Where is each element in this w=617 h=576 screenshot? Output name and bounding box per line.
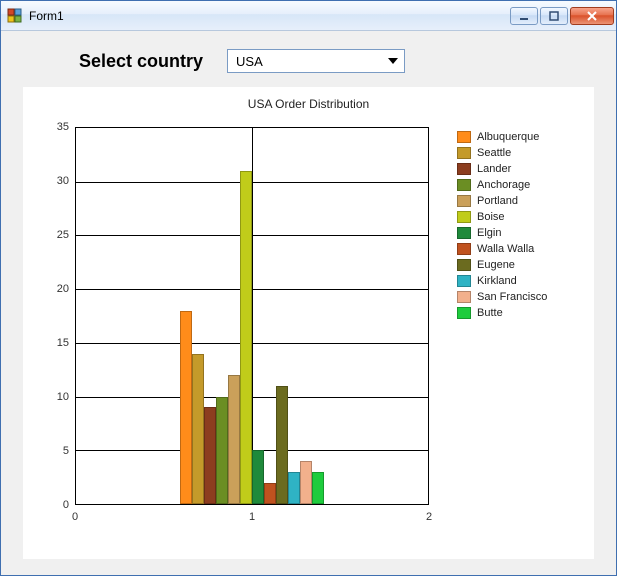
legend-label: Butte xyxy=(477,307,503,319)
legend-label: Albuquerque xyxy=(477,131,539,143)
legend-item: Albuquerque xyxy=(457,129,547,145)
legend-item: Anchorage xyxy=(457,177,547,193)
legend-swatch xyxy=(457,179,471,191)
legend-label: Eugene xyxy=(477,259,515,271)
legend-item: Seattle xyxy=(457,145,547,161)
legend-item: Boise xyxy=(457,209,547,225)
bar-butte xyxy=(312,472,324,504)
legend-label: San Francisco xyxy=(477,291,547,303)
y-tick-label: 35 xyxy=(57,121,69,133)
legend-item: Butte xyxy=(457,305,547,321)
y-tick-label: 0 xyxy=(63,499,69,511)
select-country-label: Select country xyxy=(79,51,203,72)
window-title: Form1 xyxy=(29,9,64,23)
legend-label: Lander xyxy=(477,163,511,175)
titlebar[interactable]: Form1 xyxy=(1,1,616,31)
legend-swatch xyxy=(457,259,471,271)
y-tick-label: 15 xyxy=(57,337,69,349)
y-tick-label: 20 xyxy=(57,283,69,295)
chart-title: USA Order Distribution xyxy=(23,97,594,111)
y-tick-label: 10 xyxy=(57,391,69,403)
legend-label: Kirkland xyxy=(477,275,517,287)
legend-label: Portland xyxy=(477,195,518,207)
legend-swatch xyxy=(457,163,471,175)
legend-label: Walla Walla xyxy=(477,243,534,255)
legend-swatch xyxy=(457,195,471,207)
app-icon xyxy=(7,8,23,24)
bar-elgin xyxy=(252,450,264,504)
legend-item: Portland xyxy=(457,193,547,209)
legend-swatch xyxy=(457,291,471,303)
y-tick-label: 5 xyxy=(63,445,69,457)
bar-lander xyxy=(204,407,216,504)
y-tick-label: 30 xyxy=(57,175,69,187)
chevron-down-icon xyxy=(388,58,398,64)
y-tick-label: 25 xyxy=(57,229,69,241)
legend-item: Eugene xyxy=(457,257,547,273)
window-frame: Form1 Select country USA USA Order Distr… xyxy=(0,0,617,576)
x-tick-label: 1 xyxy=(249,511,255,523)
bar-kirkland xyxy=(288,472,300,504)
chart-panel: USA Order Distribution 0 5 10 15 20 25 30 35 0 1… xyxy=(23,87,594,559)
maximize-button[interactable] xyxy=(540,7,568,25)
bar-eugene xyxy=(276,386,288,504)
close-button[interactable] xyxy=(570,7,614,25)
bar-seattle xyxy=(192,354,204,504)
legend-item: San Francisco xyxy=(457,289,547,305)
legend-swatch xyxy=(457,147,471,159)
legend-swatch xyxy=(457,227,471,239)
bar-anchorage xyxy=(216,397,228,504)
legend-swatch xyxy=(457,275,471,287)
client-area: Select country USA USA Order Distributio… xyxy=(1,31,616,575)
legend-item: Lander xyxy=(457,161,547,177)
legend: Albuquerque Seattle Lander Anchorage Portlan… xyxy=(457,127,547,529)
country-combobox-value: USA xyxy=(236,54,263,69)
legend-swatch xyxy=(457,307,471,319)
legend-label: Boise xyxy=(477,211,505,223)
country-combobox[interactable]: USA xyxy=(227,49,405,73)
x-tick-label: 0 xyxy=(72,511,78,523)
legend-label: Seattle xyxy=(477,147,511,159)
legend-swatch xyxy=(457,131,471,143)
minimize-button[interactable] xyxy=(510,7,538,25)
legend-item: Elgin xyxy=(457,225,547,241)
legend-swatch xyxy=(457,211,471,223)
bar-portland xyxy=(228,375,240,504)
legend-item: Walla Walla xyxy=(457,241,547,257)
bar-san-francisco xyxy=(300,461,312,504)
legend-item: Kirkland xyxy=(457,273,547,289)
bar-walla-walla xyxy=(264,483,276,504)
bar-boise xyxy=(240,171,252,504)
x-tick-label: 2 xyxy=(426,511,432,523)
plot-area: 05101520253035 012 xyxy=(43,127,429,529)
legend-label: Anchorage xyxy=(477,179,530,191)
legend-label: Elgin xyxy=(477,227,501,239)
bar-albuquerque xyxy=(180,311,192,504)
legend-swatch xyxy=(457,243,471,255)
